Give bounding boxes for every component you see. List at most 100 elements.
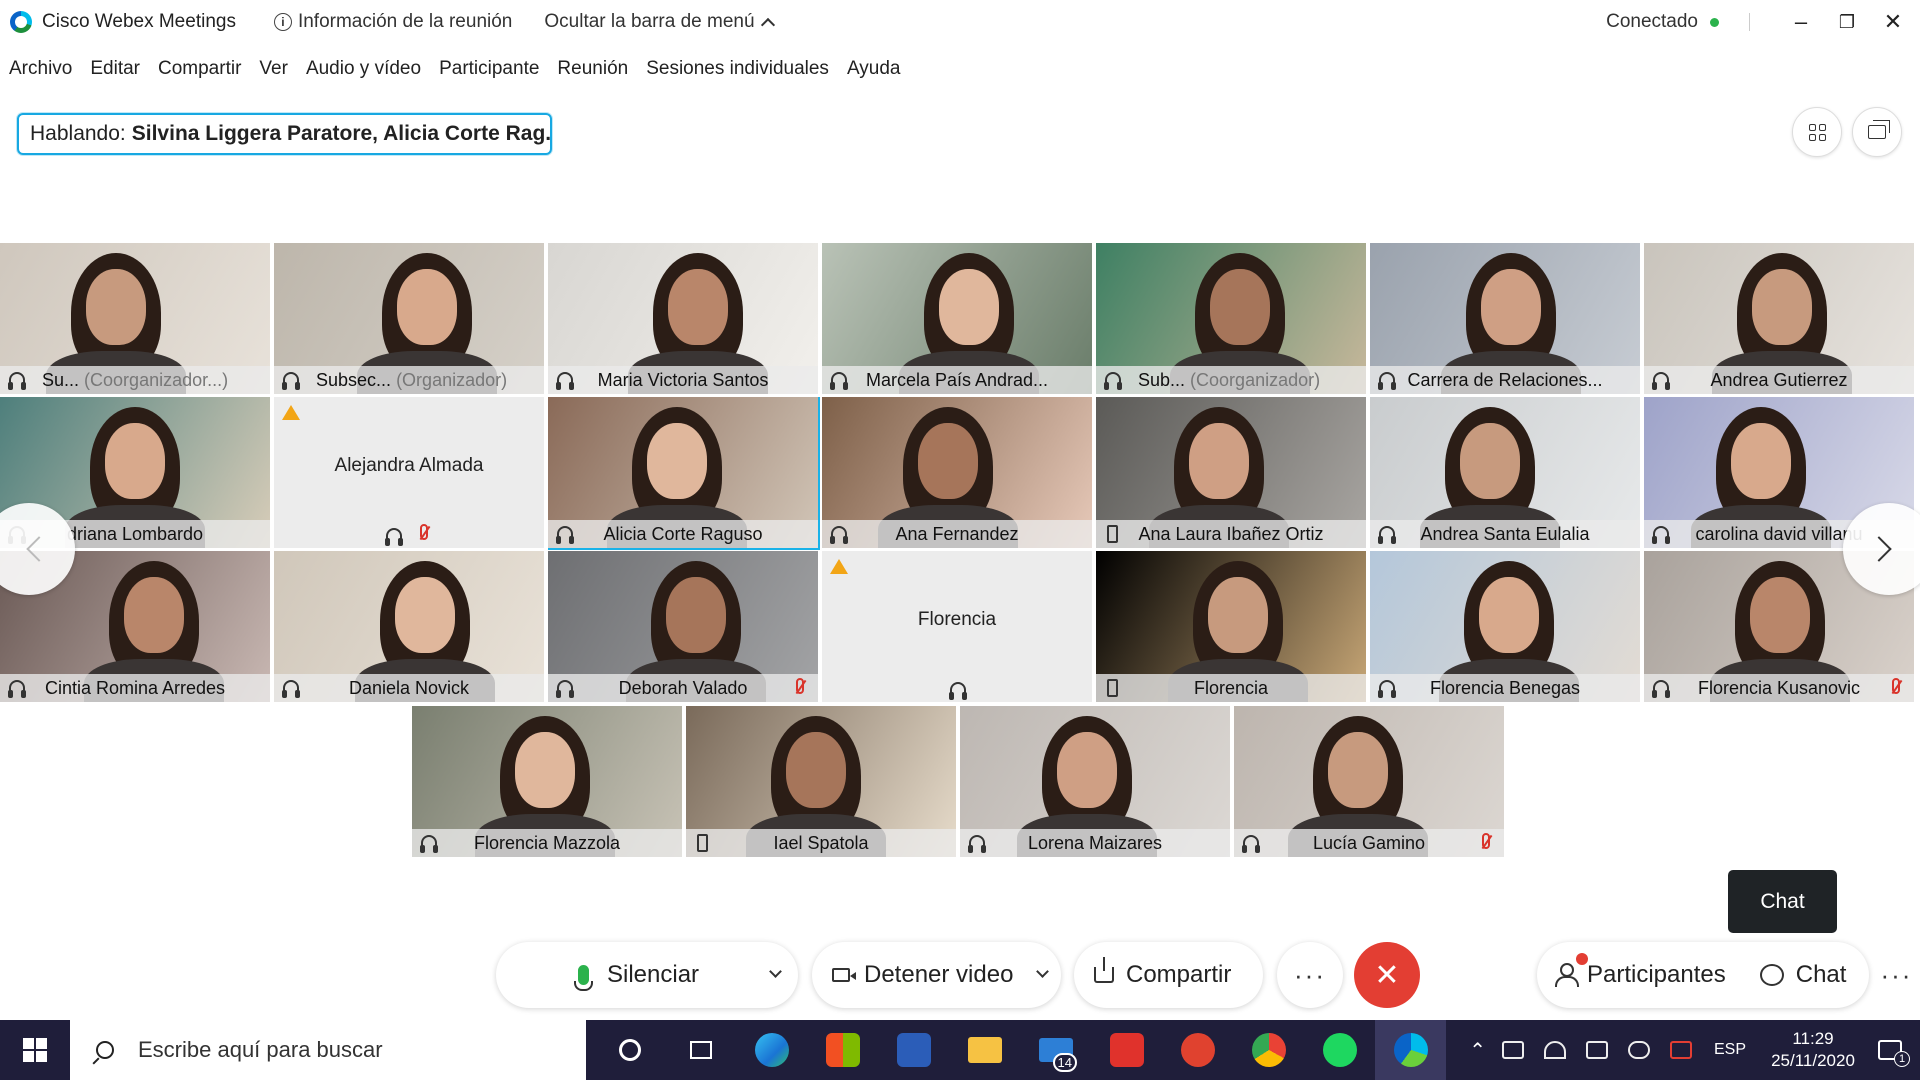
participant-tile[interactable]: Iael Spatola: [686, 706, 958, 859]
task-view-button[interactable]: [665, 1020, 736, 1080]
mail-app[interactable]: 14: [1020, 1020, 1091, 1080]
participants-label: Participantes: [1587, 961, 1726, 988]
gift-app[interactable]: [1091, 1020, 1162, 1080]
participant-tile[interactable]: Andrea Santa Eulalia: [1370, 397, 1642, 550]
share-button[interactable]: Compartir: [1074, 942, 1263, 1008]
more-options-button[interactable]: ···: [1277, 942, 1343, 1008]
menu-ayuda[interactable]: Ayuda: [847, 58, 901, 80]
participant-tile[interactable]: Su... (Coorganizador...): [0, 243, 272, 396]
end-call-button[interactable]: ✕: [1354, 942, 1420, 1008]
stop-video-button[interactable]: Detener video: [812, 942, 1061, 1008]
menu-editar[interactable]: Editar: [90, 58, 140, 80]
participant-tile[interactable]: Lucía Gamino: [1234, 706, 1506, 859]
participant-name: Ana Fernandez: [822, 524, 1092, 545]
chevron-down-icon[interactable]: [1036, 965, 1049, 978]
chevron-down-icon[interactable]: [769, 965, 782, 978]
participant-tile[interactable]: Florencia Mazzola: [412, 706, 684, 859]
participant-name-bar: Daniela Novick: [274, 674, 544, 702]
speaking-indicator[interactable]: Hablando: Silvina Liggera Paratore, Alic…: [17, 113, 552, 155]
chat-button[interactable]: Chat: [1759, 961, 1846, 989]
participant-name-text: Maria Victoria Santos: [597, 369, 769, 390]
participant-name-bar: Lorena Maizares: [960, 829, 1230, 857]
participant-name: Florencia: [1096, 678, 1366, 699]
security-icon[interactable]: [1669, 1041, 1692, 1059]
volume-icon[interactable]: [1585, 1041, 1608, 1059]
participant-name-text: carolina david villanu: [1695, 523, 1863, 544]
menu-audio-video[interactable]: Audio y vídeo: [306, 58, 421, 80]
mute-button[interactable]: Silenciar: [496, 942, 798, 1008]
headset-icon: [949, 682, 967, 700]
hide-menu-button[interactable]: Ocultar la barra de menú: [544, 11, 775, 33]
participant-name-text: Alicia Corte Raguso: [603, 523, 763, 544]
participant-tile[interactable]: Ana Laura Ibañez Ortiz: [1096, 397, 1368, 550]
participant-name-text: Andrea Santa Eulalia: [1420, 523, 1590, 544]
participant-name: Alicia Corte Raguso: [548, 524, 818, 545]
notification-icon[interactable]: 1: [1878, 1040, 1910, 1067]
multi-window-button[interactable]: [1852, 107, 1902, 157]
wifi-icon[interactable]: [1543, 1041, 1566, 1059]
webex-icon: [1393, 1033, 1428, 1067]
explorer-app[interactable]: [949, 1020, 1020, 1080]
participant-name-bar: Su... (Coorganizador...): [0, 366, 270, 394]
chrome-app[interactable]: [1233, 1020, 1304, 1080]
windows-taskbar: Escribe aquí para buscar 14 ⌃ ESP 11:29 …: [0, 1020, 1920, 1080]
menu-sesiones[interactable]: Sesiones individuales: [646, 58, 829, 80]
participant-tile[interactable]: Marcela País Andrad...: [822, 243, 1094, 396]
battery-icon[interactable]: [1501, 1041, 1524, 1059]
participant-tile[interactable]: Alejandra Almada: [274, 397, 546, 550]
grid-view-button[interactable]: [1792, 107, 1842, 157]
participant-tile[interactable]: Florencia: [1096, 551, 1368, 704]
participant-tile[interactable]: Daniela Novick: [274, 551, 546, 704]
clock[interactable]: 11:29 25/11/2020: [1758, 1028, 1868, 1072]
participant-name-text: Sub...: [1138, 369, 1186, 390]
word-app[interactable]: [878, 1020, 949, 1080]
meeting-info-button[interactable]: i Información de la reunión: [273, 11, 512, 33]
participants-button[interactable]: Participantes: [1555, 961, 1726, 989]
participant-name-text: Subsec...: [316, 369, 392, 390]
onedrive-icon[interactable]: [1627, 1041, 1650, 1059]
participant-tile[interactable]: Maria Victoria Santos: [548, 243, 820, 396]
stop-video-label: Detener video: [864, 961, 1014, 988]
participant-name-text: Florencia Mazzola: [473, 832, 621, 853]
speaking-prefix: Hablando:: [30, 122, 126, 145]
start-button[interactable]: [0, 1020, 70, 1080]
participant-tile[interactable]: Florencia Benegas: [1370, 551, 1642, 704]
participant-name: Maria Victoria Santos: [548, 370, 818, 391]
gift-icon: [1109, 1033, 1144, 1067]
spotify-icon: [1322, 1033, 1357, 1067]
close-button[interactable]: ✕: [1870, 0, 1916, 44]
store-app[interactable]: [807, 1020, 878, 1080]
participant-tile[interactable]: Lorena Maizares: [960, 706, 1232, 859]
cortana-button[interactable]: [594, 1020, 665, 1080]
edge-app[interactable]: [736, 1020, 807, 1080]
participant-name-bar: Ana Fernandez: [822, 520, 1092, 548]
app-red[interactable]: [1162, 1020, 1233, 1080]
menu-archivo[interactable]: Archivo: [9, 58, 72, 80]
participant-tile[interactable]: Subsec... (Organizador): [274, 243, 546, 396]
participant-name-text: driana Lombardo: [66, 523, 204, 544]
webex-app[interactable]: [1375, 1020, 1446, 1080]
participant-tile[interactable]: Deborah Valado: [548, 551, 820, 704]
participant-role: (Coorganizador...): [84, 369, 229, 390]
show-hidden-icons[interactable]: ⌃: [1469, 1038, 1486, 1063]
menu-reunion[interactable]: Reunión: [557, 58, 628, 80]
menu-participante[interactable]: Participante: [439, 58, 539, 80]
edge-icon: [754, 1033, 789, 1067]
participant-tile[interactable]: Ana Fernandez: [822, 397, 1094, 550]
participant-tile[interactable]: Alicia Corte Raguso: [548, 397, 820, 550]
menu-ver[interactable]: Ver: [259, 58, 288, 80]
taskbar-search[interactable]: Escribe aquí para buscar: [70, 1020, 586, 1080]
participant-tile[interactable]: Carrera de Relaciones...: [1370, 243, 1642, 396]
language-indicator[interactable]: ESP: [1714, 1041, 1746, 1059]
restore-button[interactable]: ❐: [1824, 0, 1870, 44]
spotify-app[interactable]: [1304, 1020, 1375, 1080]
minimize-button[interactable]: –: [1778, 0, 1824, 44]
participant-name-bar: Florencia Mazzola: [412, 829, 682, 857]
participant-tile[interactable]: Andrea Gutierrez: [1644, 243, 1916, 396]
participant-tile[interactable]: Sub... (Coorganizador): [1096, 243, 1368, 396]
app-icon: [1180, 1033, 1215, 1067]
participant-tile[interactable]: Florencia: [822, 551, 1094, 704]
participant-name-bar: Maria Victoria Santos: [548, 366, 818, 394]
more-icon[interactable]: ···: [1880, 960, 1912, 991]
menu-compartir[interactable]: Compartir: [158, 58, 241, 80]
